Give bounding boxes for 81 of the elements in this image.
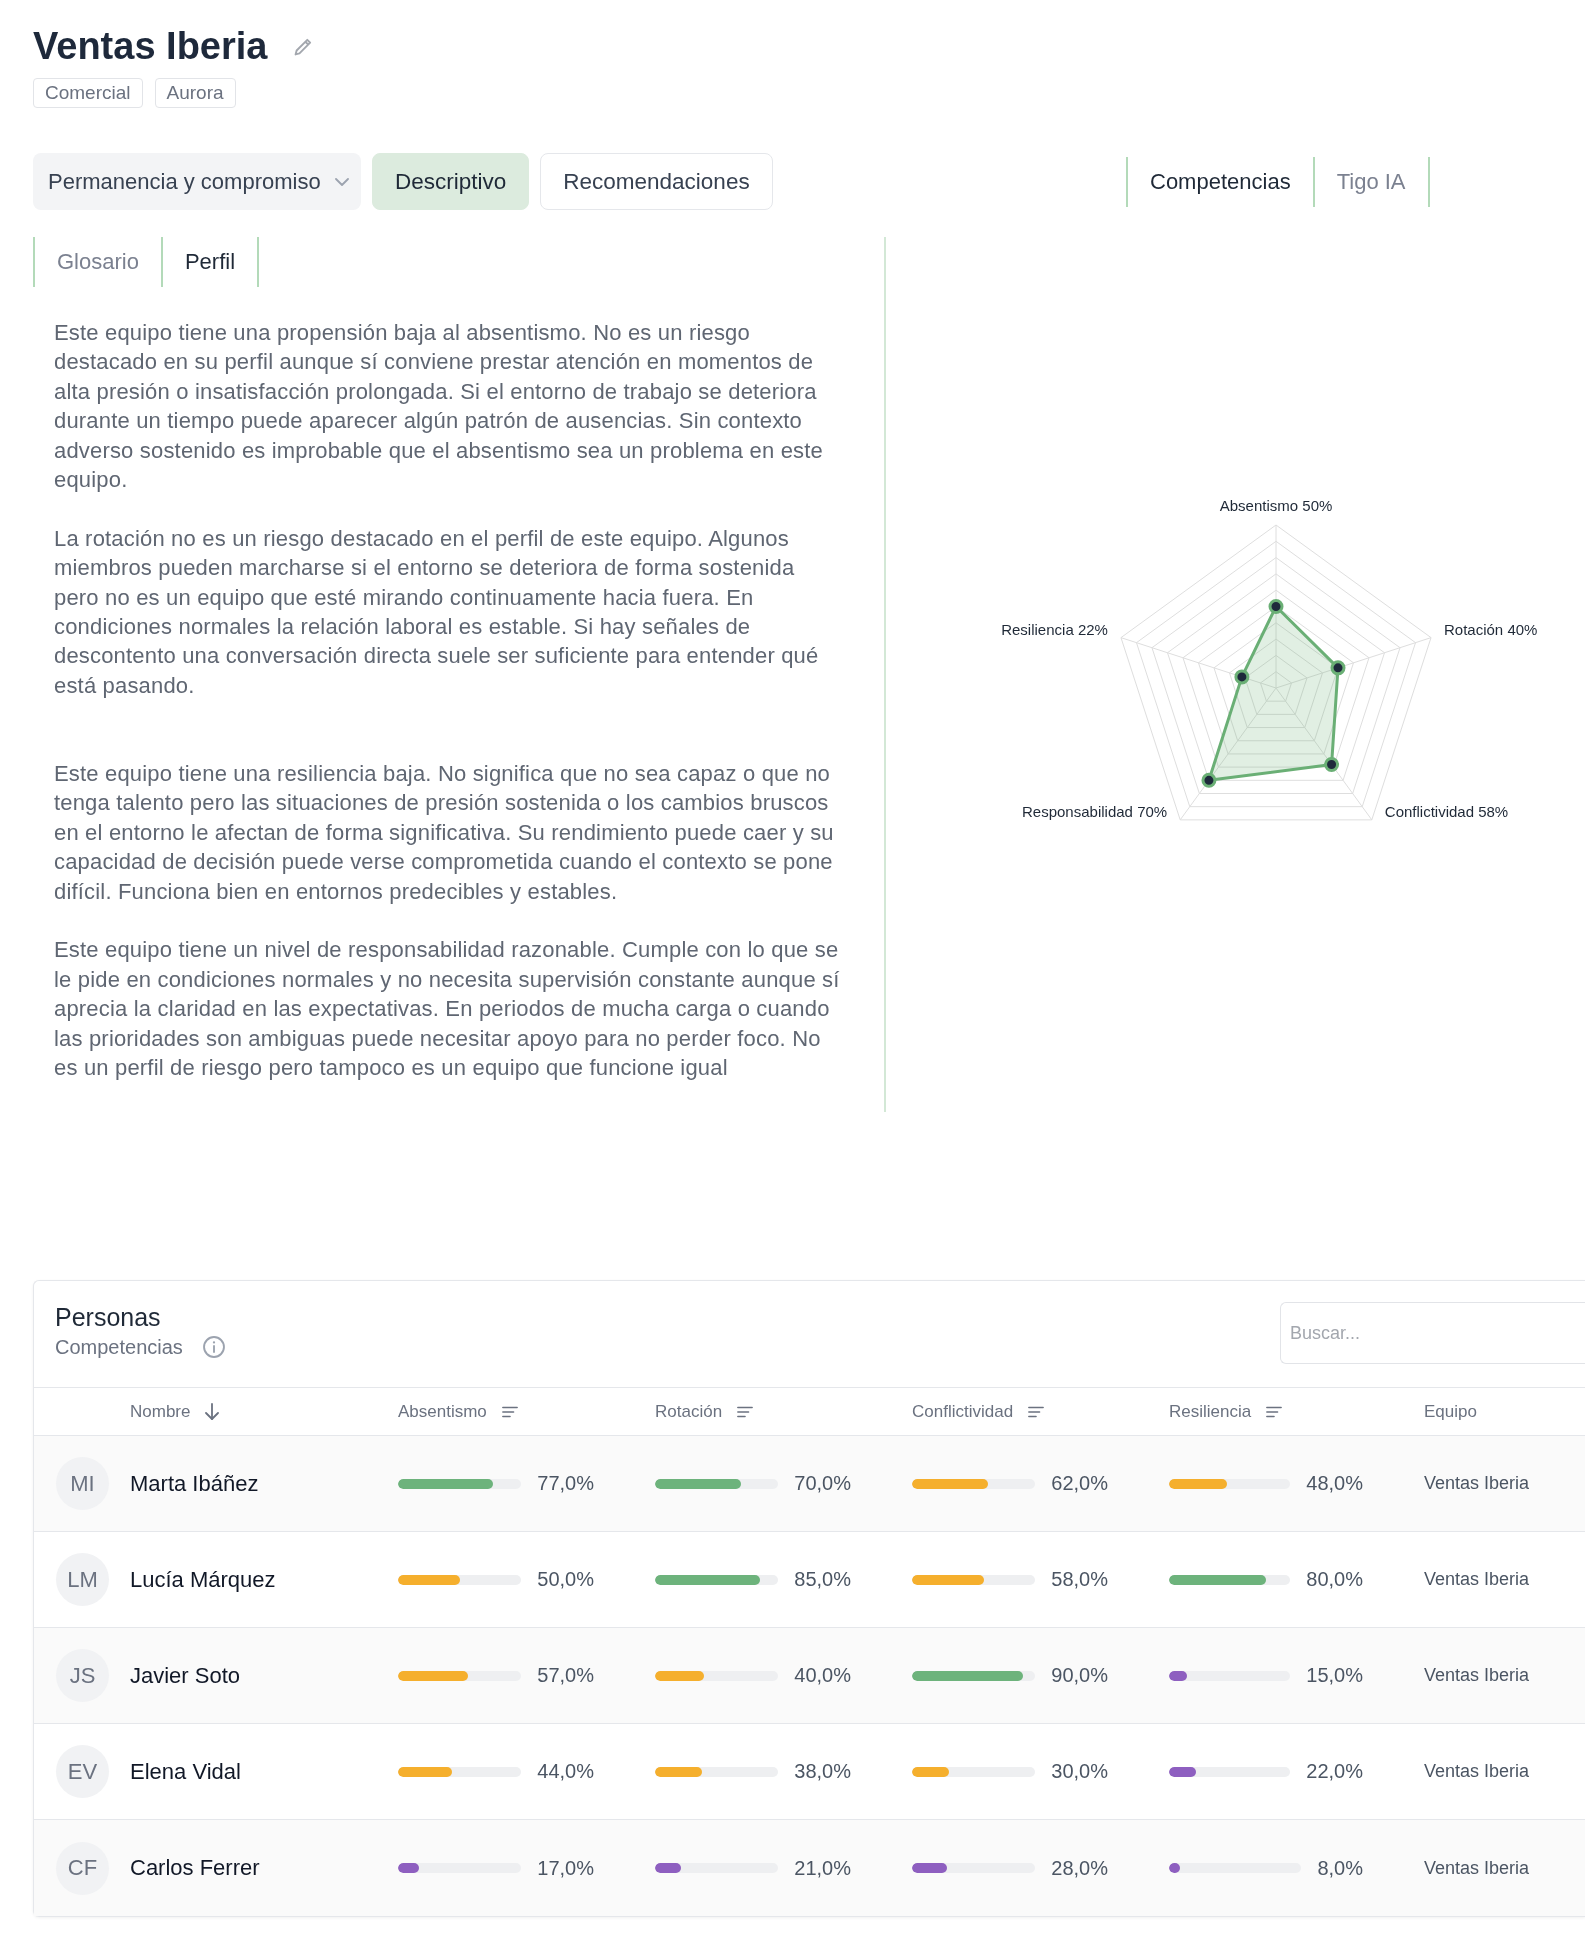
percentage-text: 28,0% (1051, 1856, 1108, 1880)
percentage-text: 15,0% (1306, 1664, 1363, 1687)
value-label: 70% (1137, 802, 1168, 820)
caret-icon (335, 177, 349, 186)
percentage-text: 21,0% (794, 1856, 851, 1880)
axis-label: Absentismo (1219, 496, 1299, 514)
percentage-text: 57,0% (537, 1664, 594, 1687)
data-point (1234, 669, 1250, 685)
percentage-text: 50,0% (537, 1568, 594, 1591)
tab[interactable]: Glosario (33, 237, 161, 287)
team-name: Ventas Iberia (1424, 1761, 1530, 1781)
percentage-text: 48,0% (1306, 1472, 1363, 1495)
description-paragraph: Este equipo tiene un nivel de responsabilidad razonable. Cumple con lo que se le pide en condiciones normales y no necesita supervisión constante aunque sí aprecia la claridad en las expectativas. En periodos de mucha carga o cuando las prioridades son ambiguas puede necesitar apoyo para no perder foco. No es un perfil de riesgo pero tampoco es un equipo que funcione igual (54, 936, 841, 1083)
person-name: Javier Soto (130, 1662, 241, 1688)
avatar: JS (56, 1649, 109, 1702)
axis-label: Conflictividad (1384, 802, 1474, 820)
sort-icon (1028, 1405, 1045, 1418)
percentage-text: 40,0% (794, 1664, 851, 1687)
arrow-down-icon (205, 1403, 220, 1420)
column-header[interactable]: Resiliencia (1169, 1401, 1424, 1422)
avatar: MI (56, 1457, 109, 1510)
axis-label: Resiliencia (1001, 620, 1074, 638)
percentage-text: 17,0% (537, 1856, 594, 1880)
edit-icon[interactable] (294, 36, 314, 56)
percentage-text: 58,0% (1051, 1568, 1108, 1591)
column-header[interactable]: Rotación (655, 1401, 912, 1422)
data-point (1201, 772, 1217, 788)
team-name: Ventas Iberia (1424, 1569, 1530, 1589)
sort-icon (501, 1405, 518, 1418)
value-label: 50% (1302, 496, 1333, 514)
view-toggle-button[interactable]: Descriptivo (372, 153, 530, 210)
column-header[interactable]: Absentismo (398, 1401, 655, 1422)
tab[interactable]: Competencias (1126, 156, 1313, 207)
tag: Aurora (154, 78, 236, 108)
value-label: 22% (1077, 620, 1108, 638)
description-paragraph: Este equipo tiene una propensión baja al absentismo. No es un riesgo destacado en su perfil aunque sí conviene prestar atención en momentos de alta presión o insatisfacción prolongada. Si el entorno de trabajo se deteriora durante un tiempo puede aparecer algún patrón de ausencias. Sin contexto adverso sostenido es improbable que el absentismo sea un problema en este equipo. (54, 319, 824, 495)
person-name: Marta Ibáñez (130, 1470, 259, 1496)
percentage-text: 85,0% (794, 1568, 851, 1591)
percentage-text: 30,0% (1051, 1760, 1108, 1783)
tab[interactable]: Tigo IA (1312, 156, 1430, 207)
column-header[interactable]: Nombre (130, 1401, 398, 1422)
category-dropdown[interactable]: Permanencia y compromiso (33, 153, 361, 210)
percentage-text: 62,0% (1051, 1472, 1108, 1495)
percentage-text: 77,0% (537, 1472, 594, 1495)
percentage-text: 44,0% (537, 1760, 594, 1783)
section-title: Personas (55, 1302, 162, 1332)
percentage-text: 22,0% (1306, 1760, 1363, 1783)
sort-icon (1266, 1405, 1283, 1418)
team-name: Ventas Iberia (1424, 1857, 1530, 1878)
data-point (1330, 660, 1346, 676)
tag: Comercial (33, 78, 143, 108)
axis-label: Rotación (1444, 620, 1504, 638)
view-toggle-button[interactable]: Recomendaciones (540, 153, 773, 210)
person-name: Lucía Márquez (130, 1566, 276, 1592)
percentage-text: 8,0% (1317, 1856, 1363, 1880)
search-field[interactable]: Buscar... (1280, 1302, 1585, 1364)
team-name: Ventas Iberia (1424, 1473, 1530, 1493)
column-header[interactable]: Conflictividad (912, 1401, 1169, 1422)
page-title: Ventas Iberia (33, 24, 268, 68)
data-point (1268, 599, 1284, 614)
team-name: Ventas Iberia (1424, 1665, 1530, 1685)
axis-label: Responsabilidad (1022, 802, 1133, 820)
percentage-text: 38,0% (794, 1760, 851, 1783)
person-name: Carlos Ferrer (130, 1855, 260, 1880)
value-label: 40% (1507, 620, 1538, 638)
value-label: 58% (1478, 802, 1509, 820)
info-icon[interactable] (202, 1336, 225, 1358)
description-paragraph: Este equipo tiene una resiliencia baja. No significa que no sea capaz o que no tenga talento pero las situaciones de presión sostenida o los cambios bruscos en el entorno le afectan de forma significativa. Su rendimiento puede caer y su capacidad de decisión puede verse comprometida cuando el contexto se pone difícil. Funciona bien en entornos predecibles y estables. (54, 760, 835, 906)
avatar: EV (56, 1745, 109, 1798)
tab[interactable]: Perfil (160, 237, 260, 287)
percentage-text: 90,0% (1051, 1664, 1108, 1687)
percentage-text: 80,0% (1306, 1568, 1363, 1591)
description-paragraph: La rotación no es un riesgo destacado en el perfil de este equipo. Algunos miembros pueden marcharse si el entorno se deteriora de forma sostenida pero no es un equipo que esté mirando continuamente hacia fuera. En condiciones normales la relación laboral es estable. Si hay señales de descontento una conversación directa suele ser suficiente para entender qué está pasando. (54, 524, 820, 700)
sort-icon (737, 1405, 754, 1418)
section-subtitle: Competencias (55, 1335, 183, 1360)
percentage-text: 70,0% (794, 1472, 851, 1495)
column-header: Equipo (1424, 1401, 1478, 1422)
avatar: LM (56, 1553, 109, 1606)
data-point (1324, 757, 1340, 772)
person-name: Elena Vidal (130, 1758, 241, 1784)
avatar: CF (56, 1841, 109, 1895)
